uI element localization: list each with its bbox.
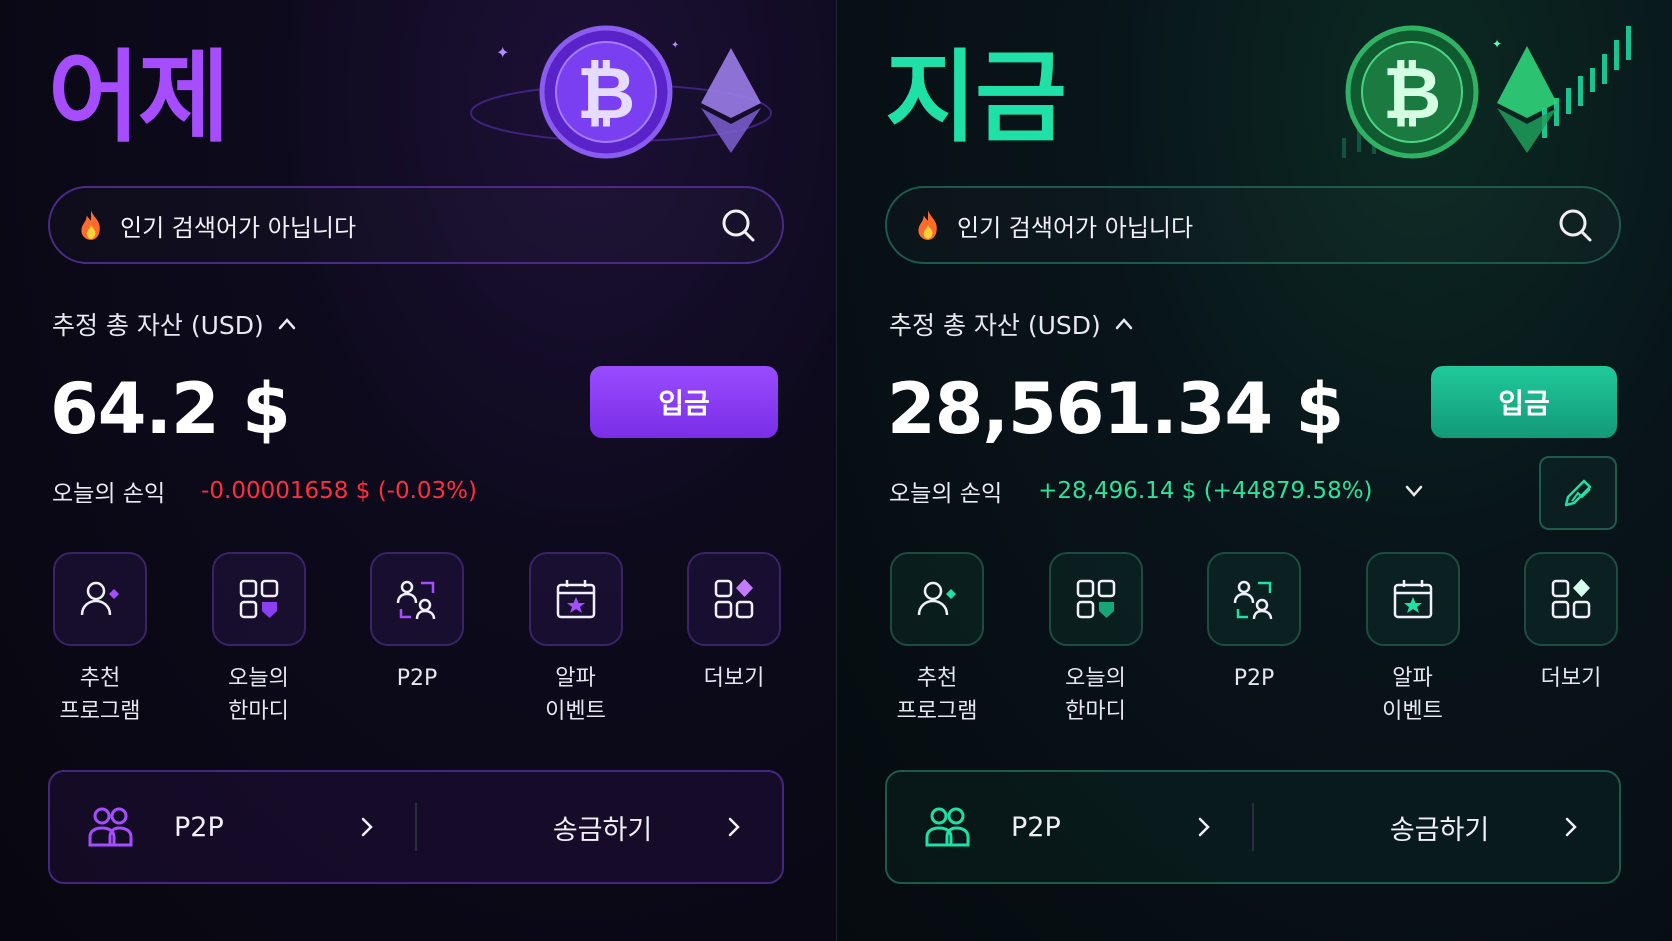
shortcut-referral[interactable]: 추천 프로그램 — [889, 552, 985, 728]
users-icon — [88, 807, 133, 847]
shortcut-box[interactable] — [370, 552, 464, 646]
shortcut-box[interactable] — [528, 552, 623, 646]
p2p-users-icon — [1233, 580, 1273, 620]
calendar-star-icon — [556, 580, 595, 619]
ethereum-icon — [1497, 46, 1557, 118]
asset-label-text: 추정 총 자산 (USD) — [52, 311, 264, 340]
chevron-up-icon[interactable] — [276, 313, 298, 335]
shortcut-label: 더보기 — [1540, 666, 1602, 691]
now-panel: 지금 ₿ ✦ 인기 검색어가 아닙니다 추정 총 자산 (USD) 28,561… — [836, 0, 1672, 941]
chevron-right-icon — [1198, 817, 1210, 837]
pnl-label: 오늘의 손익 — [889, 481, 1003, 507]
pnl-value: +28,496.14 $ (+44879.58%) — [1038, 478, 1373, 504]
shortcut-row: 추천 프로그램 오늘의 한마디 P2P 알파 이벤트 더보기 — [52, 552, 782, 728]
grid-icon — [1076, 579, 1115, 619]
comparison-stage: 어제 ₿ ✦ ✦ 인기 검색어가 아닙니다 추정 총 자산 (USD) 64.2… — [0, 0, 1672, 941]
svg-text:✦: ✦ — [1492, 37, 1502, 51]
chevron-right-icon — [361, 817, 373, 837]
deposit-button[interactable]: 입금 — [1431, 366, 1617, 438]
shortcut-p2p[interactable]: P2P — [1206, 552, 1302, 728]
daily-pnl: 오늘의 손익 -0.00001658 $ (-0.03%) — [52, 474, 477, 508]
edit-button[interactable] — [1539, 456, 1617, 530]
user-plus-icon — [917, 581, 956, 616]
shortcut-box[interactable] — [211, 552, 306, 646]
chevron-up-icon[interactable] — [1113, 313, 1135, 335]
deposit-button[interactable]: 입금 — [590, 366, 778, 438]
shortcut-more[interactable]: 더보기 — [1523, 552, 1619, 728]
edit-pen-icon — [1564, 479, 1592, 507]
p2p-users-icon — [396, 580, 436, 620]
shortcut-label: 더보기 — [703, 666, 765, 691]
shortcut-row: 추천 프로그램 오늘의 한마디 P2P 알파 이벤트 더보기 — [889, 552, 1619, 728]
shortcut-label: P2P — [1233, 666, 1275, 691]
shortcut-box[interactable] — [1207, 552, 1301, 646]
grid-icon — [239, 579, 278, 619]
chevron-right-icon — [728, 817, 740, 837]
svg-text:✦: ✦ — [496, 43, 509, 62]
send-money-label: 송금하기 — [552, 814, 653, 846]
shortcut-label: 오늘의 한마디 — [1065, 666, 1126, 724]
bottom-action-bar: P2P 송금하기 — [48, 770, 784, 884]
pnl-label: 오늘의 손익 — [52, 481, 166, 507]
send-money-link[interactable]: 송금하기 — [1254, 772, 1619, 882]
shortcut-box[interactable] — [1524, 552, 1618, 646]
shortcut-label: P2P — [396, 666, 438, 691]
p2p-link-label: P2P — [1011, 811, 1061, 843]
shortcut-label: 알파 이벤트 — [545, 666, 606, 724]
shortcut-p2p[interactable]: P2P — [369, 552, 465, 728]
shortcut-label: 오늘의 한마디 — [228, 666, 289, 724]
fire-icon — [81, 210, 100, 240]
asset-label-text: 추정 총 자산 (USD) — [889, 311, 1101, 340]
search-icon[interactable] — [718, 205, 758, 245]
shortcut-daily-word[interactable]: 오늘의 한마디 — [1048, 552, 1144, 728]
search-icon[interactable] — [1555, 205, 1595, 245]
bottom-action-bar: P2P 송금하기 — [885, 770, 1621, 884]
search-placeholder: 인기 검색어가 아닙니다 — [120, 213, 357, 242]
crypto-coins-illustration: ₿ ✦ ✦ — [470, 25, 772, 159]
shortcut-label: 추천 프로그램 — [59, 666, 141, 724]
panel-title: 어제 — [48, 39, 230, 156]
svg-text:₿: ₿ — [1383, 51, 1442, 135]
shortcut-box[interactable] — [1365, 552, 1460, 646]
p2p-link[interactable]: P2P — [887, 772, 1252, 882]
shortcut-referral[interactable]: 추천 프로그램 — [52, 552, 148, 728]
search-bar[interactable]: 인기 검색어가 아닙니다 — [48, 186, 784, 264]
asset-value: 64.2 $ — [50, 368, 291, 450]
daily-pnl: 오늘의 손익 +28,496.14 $ (+44879.58%) — [889, 474, 1425, 508]
pnl-value: -0.00001658 $ (-0.03%) — [201, 478, 478, 504]
more-grid-icon — [1551, 579, 1591, 619]
shortcut-alpha-event[interactable]: 알파 이벤트 — [528, 552, 624, 728]
shortcut-box[interactable] — [53, 552, 147, 646]
shortcut-alpha-event[interactable]: 알파 이벤트 — [1365, 552, 1461, 728]
estimated-assets-label[interactable]: 추정 총 자산 (USD) — [52, 306, 298, 342]
asset-value: 28,561.34 $ — [887, 368, 1344, 450]
user-plus-icon — [80, 581, 119, 616]
p2p-link-label: P2P — [174, 811, 224, 843]
estimated-assets-label[interactable]: 추정 총 자산 (USD) — [889, 306, 1135, 342]
search-placeholder: 인기 검색어가 아닙니다 — [957, 213, 1194, 242]
shortcut-label: 알파 이벤트 — [1382, 666, 1443, 724]
calendar-star-icon — [1393, 580, 1432, 619]
send-money-link[interactable]: 송금하기 — [417, 772, 782, 882]
crypto-coins-chart-illustration: ₿ ✦ — [1342, 25, 1631, 159]
chevron-down-icon[interactable] — [1403, 480, 1425, 502]
svg-text:✦: ✦ — [671, 40, 679, 51]
panel-title: 지금 — [885, 39, 1067, 156]
p2p-link[interactable]: P2P — [50, 772, 415, 882]
chevron-right-icon — [1565, 817, 1577, 837]
fire-icon — [918, 210, 937, 240]
svg-text:₿: ₿ — [577, 51, 636, 135]
more-grid-icon — [714, 579, 754, 619]
ethereum-icon — [701, 48, 761, 118]
shortcut-box[interactable] — [1048, 552, 1143, 646]
search-bar[interactable]: 인기 검색어가 아닙니다 — [885, 186, 1621, 264]
shortcut-label: 추천 프로그램 — [896, 666, 978, 724]
shortcut-daily-word[interactable]: 오늘의 한마디 — [211, 552, 307, 728]
shortcut-box[interactable] — [687, 552, 781, 646]
shortcut-more[interactable]: 더보기 — [686, 552, 782, 728]
shortcut-box[interactable] — [890, 552, 984, 646]
yesterday-panel: 어제 ₿ ✦ ✦ 인기 검색어가 아닙니다 추정 총 자산 (USD) 64.2… — [0, 0, 836, 941]
users-icon — [925, 807, 970, 847]
send-money-label: 송금하기 — [1389, 814, 1490, 846]
